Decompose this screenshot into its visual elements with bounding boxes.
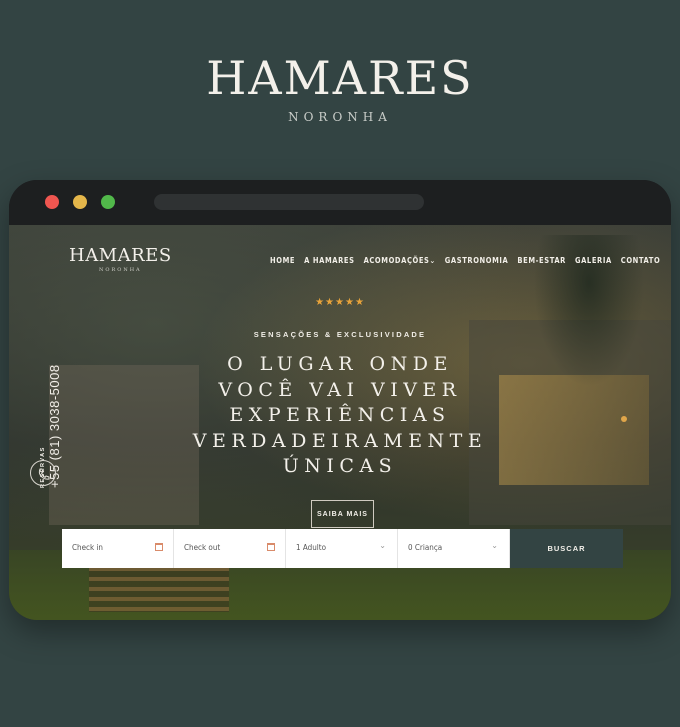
rating-stars: ★★★★★ xyxy=(315,297,365,308)
children-value: 0 Criança xyxy=(408,543,443,552)
minimize-window-icon[interactable] xyxy=(73,195,87,209)
phone-icon[interactable] xyxy=(30,460,56,486)
calendar-icon xyxy=(155,543,163,551)
browser-window: HAMARES NORONHA HOME A HAMARES ACOMODAÇÕ… xyxy=(9,180,671,620)
site-logo-sub: NORONHA xyxy=(98,267,142,273)
chevron-down-icon: ⌄ xyxy=(379,541,386,550)
booking-bar: Check in Check out 1 Adulto ⌄ 0 Criança … xyxy=(62,529,624,568)
hero-headline-line: ÚNICAS xyxy=(282,455,398,477)
nav-home[interactable]: HOME xyxy=(270,256,295,265)
site-logo-name: HAMARES xyxy=(69,245,172,266)
hero-tagline: SENSAÇÕES & EXCLUSIVIDADE xyxy=(253,330,427,339)
maximize-window-icon[interactable] xyxy=(101,195,115,209)
close-window-icon[interactable] xyxy=(45,195,59,209)
chevron-down-icon: ⌄ xyxy=(429,256,436,265)
calendar-icon xyxy=(267,543,275,551)
nav-a-hamares[interactable]: A HAMARES xyxy=(304,256,354,265)
hero-headline: O LUGAR ONDE VOCÊ VAI VIVER EXPERIÊNCIAS… xyxy=(109,352,571,480)
nav-gastronomia[interactable]: GASTRONOMIA xyxy=(445,256,509,265)
saiba-mais-button[interactable]: SAIBA MAIS xyxy=(311,500,374,528)
brand-subtitle: NORONHA xyxy=(288,110,392,124)
brand-logo: HAMARES xyxy=(206,51,474,105)
hero-headline-line: VOCÊ VAI VIVER xyxy=(218,378,462,401)
checkout-placeholder: Check out xyxy=(184,543,221,552)
hero-section: HAMARES NORONHA HOME A HAMARES ACOMODAÇÕ… xyxy=(9,225,671,620)
site-logo[interactable]: HAMARES NORONHA xyxy=(69,245,172,273)
buscar-button[interactable]: BUSCAR xyxy=(510,529,623,568)
browser-chrome xyxy=(9,180,671,225)
address-bar[interactable] xyxy=(154,194,424,210)
checkin-field[interactable]: Check in xyxy=(62,529,174,568)
slider-indicator[interactable] xyxy=(621,416,627,422)
chevron-down-icon: ⌄ xyxy=(491,541,498,550)
main-nav: HOME A HAMARES ACOMODAÇÕES⌄ GASTRONOMIA … xyxy=(270,256,669,265)
nav-acomodacoes-label: ACOMODAÇÕES xyxy=(363,256,430,265)
nav-contato[interactable]: CONTATO xyxy=(621,256,661,265)
checkin-placeholder: Check in xyxy=(72,543,103,552)
checkout-field[interactable]: Check out xyxy=(174,529,286,568)
nav-galeria[interactable]: GALERIA xyxy=(575,256,612,265)
brand-header: HAMARES NORONHA xyxy=(0,48,680,124)
nav-bem-estar[interactable]: BEM-ESTAR xyxy=(517,256,566,265)
adults-value: 1 Adulto xyxy=(296,543,326,552)
hero-headline-line: VERDADEIRAMENTE xyxy=(192,429,488,452)
hero-headline-line: EXPERIÊNCIAS xyxy=(229,404,451,426)
nav-acomodacoes[interactable]: ACOMODAÇÕES⌄ xyxy=(364,256,436,265)
hero-headline-line: O LUGAR ONDE xyxy=(227,353,453,375)
adults-select[interactable]: 1 Adulto ⌄ xyxy=(286,529,398,568)
children-select[interactable]: 0 Criança ⌄ xyxy=(398,529,510,568)
